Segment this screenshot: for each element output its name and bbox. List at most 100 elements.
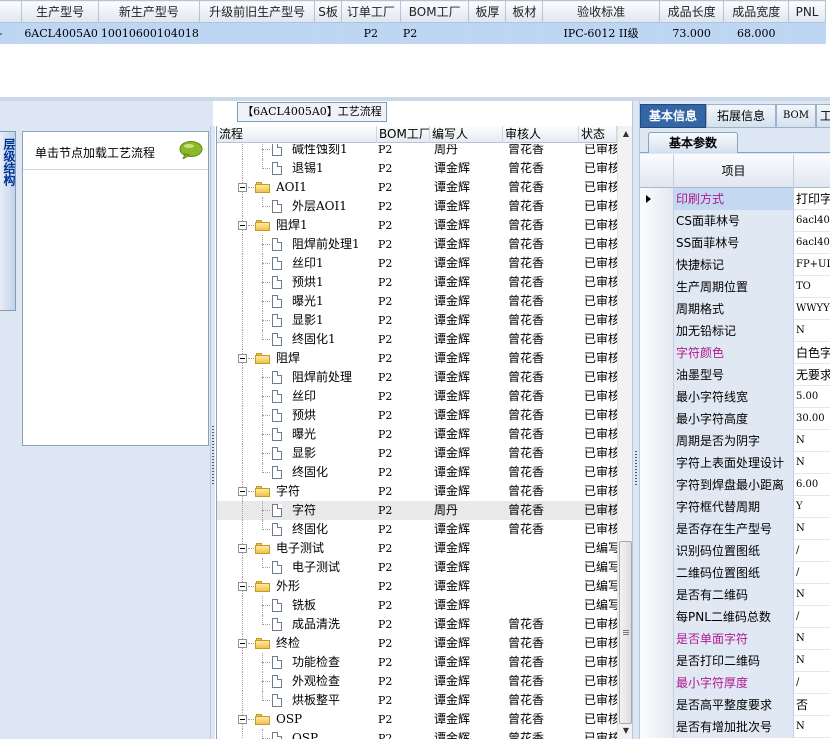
- param-row[interactable]: 字符框代替周期 Y: [640, 496, 830, 518]
- table-cell[interactable]: IPC-6012 II级: [542, 22, 660, 44]
- tree-step-row[interactable]: 阻焊前处理 P2 谭金辉 曾花香 已审核: [217, 368, 617, 387]
- tree-node-label[interactable]: 字符: [292, 501, 316, 520]
- table-cell[interactable]: 6ACL4005A0: [21, 22, 99, 44]
- tree-node-label[interactable]: OSP: [292, 729, 318, 739]
- tree-step-row[interactable]: 终固化 P2 谭金辉 曾花香 已审核: [217, 520, 617, 539]
- param-row[interactable]: 是否打印二维码 N: [640, 650, 830, 672]
- param-row[interactable]: SS面菲林号 6acl40: [640, 232, 830, 254]
- col-header-flow[interactable]: 流程: [217, 126, 377, 143]
- param-value[interactable]: /: [794, 540, 830, 562]
- param-value[interactable]: 30.00: [794, 408, 830, 430]
- row-selector[interactable]: [640, 276, 674, 298]
- param-row[interactable]: 字符颜色 白色字: [640, 342, 830, 364]
- param-value[interactable]: N: [794, 716, 830, 738]
- tree-step-row[interactable]: 外观检查 P2 谭金辉 曾花香 已审核: [217, 672, 617, 691]
- tree-group-row[interactable]: 字符 P2 谭金辉 曾花香 已审核: [217, 482, 617, 501]
- table-cell[interactable]: 68.000: [723, 22, 790, 44]
- table-cell[interactable]: 10010600104018: [98, 22, 200, 44]
- tree-node-label[interactable]: 显影: [292, 444, 316, 463]
- tree-group-row[interactable]: 阻焊1 P2 谭金辉 曾花香 已审核: [217, 216, 617, 235]
- tree-step-row[interactable]: 显影 P2 谭金辉 曾花香 已审核: [217, 444, 617, 463]
- row-selector[interactable]: [640, 408, 674, 430]
- param-value[interactable]: 打印字: [794, 188, 830, 210]
- param-value[interactable]: Y: [794, 496, 830, 518]
- tree-step-row[interactable]: 曝光 P2 谭金辉 曾花香 已审核: [217, 425, 617, 444]
- param-row[interactable]: 是否高平整度要求否: [640, 694, 830, 716]
- row-selector[interactable]: [640, 584, 674, 606]
- table-cell[interactable]: [468, 22, 507, 44]
- collapse-icon[interactable]: [238, 639, 247, 648]
- param-value[interactable]: 6acl40: [794, 232, 830, 254]
- tree-group-row[interactable]: AOI1 P2 谭金辉 曾花香 已审核: [217, 178, 617, 197]
- tree-node-label[interactable]: 终固化: [292, 463, 328, 482]
- param-value[interactable]: 6acl40: [794, 210, 830, 232]
- row-selector[interactable]: [640, 716, 674, 738]
- col-header[interactable]: 板材: [505, 0, 544, 23]
- row-selector[interactable]: [640, 496, 674, 518]
- tree-node-label[interactable]: OSP: [276, 710, 302, 729]
- param-row[interactable]: 识别码位置图纸 /: [640, 540, 830, 562]
- param-value[interactable]: /: [794, 562, 830, 584]
- tree-node-label[interactable]: 终检: [276, 634, 300, 653]
- param-row[interactable]: 最小字符高度 30.00: [640, 408, 830, 430]
- tree-node-label[interactable]: 曝光: [292, 425, 316, 444]
- collapse-icon[interactable]: [238, 487, 247, 496]
- tree-step-row[interactable]: 丝印 P2 谭金辉 曾花香 已审核: [217, 387, 617, 406]
- table-cell[interactable]: P2: [400, 22, 470, 44]
- tree-step-row[interactable]: 阻焊前处理1 P2 谭金辉 曾花香 已审核: [217, 235, 617, 254]
- table-cell[interactable]: [505, 22, 544, 44]
- tree-step-row[interactable]: 烘板整平 P2 谭金辉 曾花香 已审核: [217, 691, 617, 710]
- col-header[interactable]: BOM工厂: [399, 0, 470, 23]
- param-row[interactable]: CS面菲林号 6acl40: [640, 210, 830, 232]
- col-header-bom[interactable]: BOM工厂: [377, 126, 430, 143]
- tree-node-label[interactable]: 外形: [276, 577, 300, 596]
- col-header[interactable]: 生产型号: [21, 0, 99, 23]
- tree-node-label[interactable]: 碱性蚀刻1: [292, 144, 348, 159]
- collapse-icon[interactable]: [238, 221, 247, 230]
- tab-bom[interactable]: BOM: [776, 104, 816, 128]
- param-value[interactable]: N: [794, 584, 830, 606]
- row-selector[interactable]: [640, 650, 674, 672]
- param-row[interactable]: 是否有增加批次号 N: [640, 716, 830, 738]
- param-value[interactable]: 6.00: [794, 474, 830, 496]
- param-value[interactable]: 否: [794, 694, 830, 716]
- collapse-icon[interactable]: [238, 715, 247, 724]
- collapse-icon[interactable]: [238, 544, 247, 553]
- tree-node-label[interactable]: 终固化1: [292, 330, 336, 349]
- row-selector[interactable]: [640, 298, 674, 320]
- row-selector[interactable]: [640, 188, 674, 210]
- table-cell[interactable]: P2: [341, 22, 401, 44]
- tab-process[interactable]: 工: [816, 104, 830, 128]
- tree-node-label[interactable]: 成品清洗: [292, 615, 340, 634]
- tree-node-label[interactable]: 预烘: [292, 406, 316, 425]
- tree-node-label[interactable]: 功能检查: [292, 653, 340, 672]
- param-value[interactable]: N: [794, 452, 830, 474]
- row-selector[interactable]: [640, 386, 674, 408]
- param-value[interactable]: 无要求: [794, 364, 830, 386]
- tree-node-label[interactable]: 阻焊前处理: [292, 368, 352, 387]
- col-header[interactable]: 订单工厂: [340, 0, 401, 23]
- tree-step-row[interactable]: 外层AOI1 P2 谭金辉 曾花香 已审核: [217, 197, 617, 216]
- col-header[interactable]: 成品宽度: [723, 0, 790, 23]
- tree-step-row[interactable]: 丝印1 P2 谭金辉 曾花香 已审核: [217, 254, 617, 273]
- param-row[interactable]: 最小字符线宽 5.00: [640, 386, 830, 408]
- table-cell[interactable]: [788, 22, 826, 44]
- param-value[interactable]: N: [794, 430, 830, 452]
- param-value[interactable]: 白色字: [794, 342, 830, 364]
- tree-node-label[interactable]: 外层AOI1: [292, 197, 347, 216]
- param-value[interactable]: N: [794, 320, 830, 342]
- col-header-status[interactable]: 状态: [579, 126, 617, 143]
- tree-step-row[interactable]: 曝光1 P2 谭金辉 曾花香 已审核: [217, 292, 617, 311]
- collapse-icon[interactable]: [238, 354, 247, 363]
- col-header-item[interactable]: 项目: [674, 154, 794, 188]
- tree-node-label[interactable]: 电子测试: [276, 539, 324, 558]
- tree-node-label[interactable]: 铣板: [292, 596, 316, 615]
- tree-step-row[interactable]: 电子测试 P2 谭金辉 已编写: [217, 558, 617, 577]
- scroll-up-icon[interactable]: ▲: [618, 126, 632, 142]
- collapse-icon[interactable]: [238, 183, 247, 192]
- row-selector[interactable]: [640, 518, 674, 540]
- row-selector[interactable]: [640, 562, 674, 584]
- param-row[interactable]: 生产周期位置 TO: [640, 276, 830, 298]
- table-cell[interactable]: -: [0, 22, 23, 44]
- tree-group-row[interactable]: 阻焊 P2 谭金辉 曾花香 已审核: [217, 349, 617, 368]
